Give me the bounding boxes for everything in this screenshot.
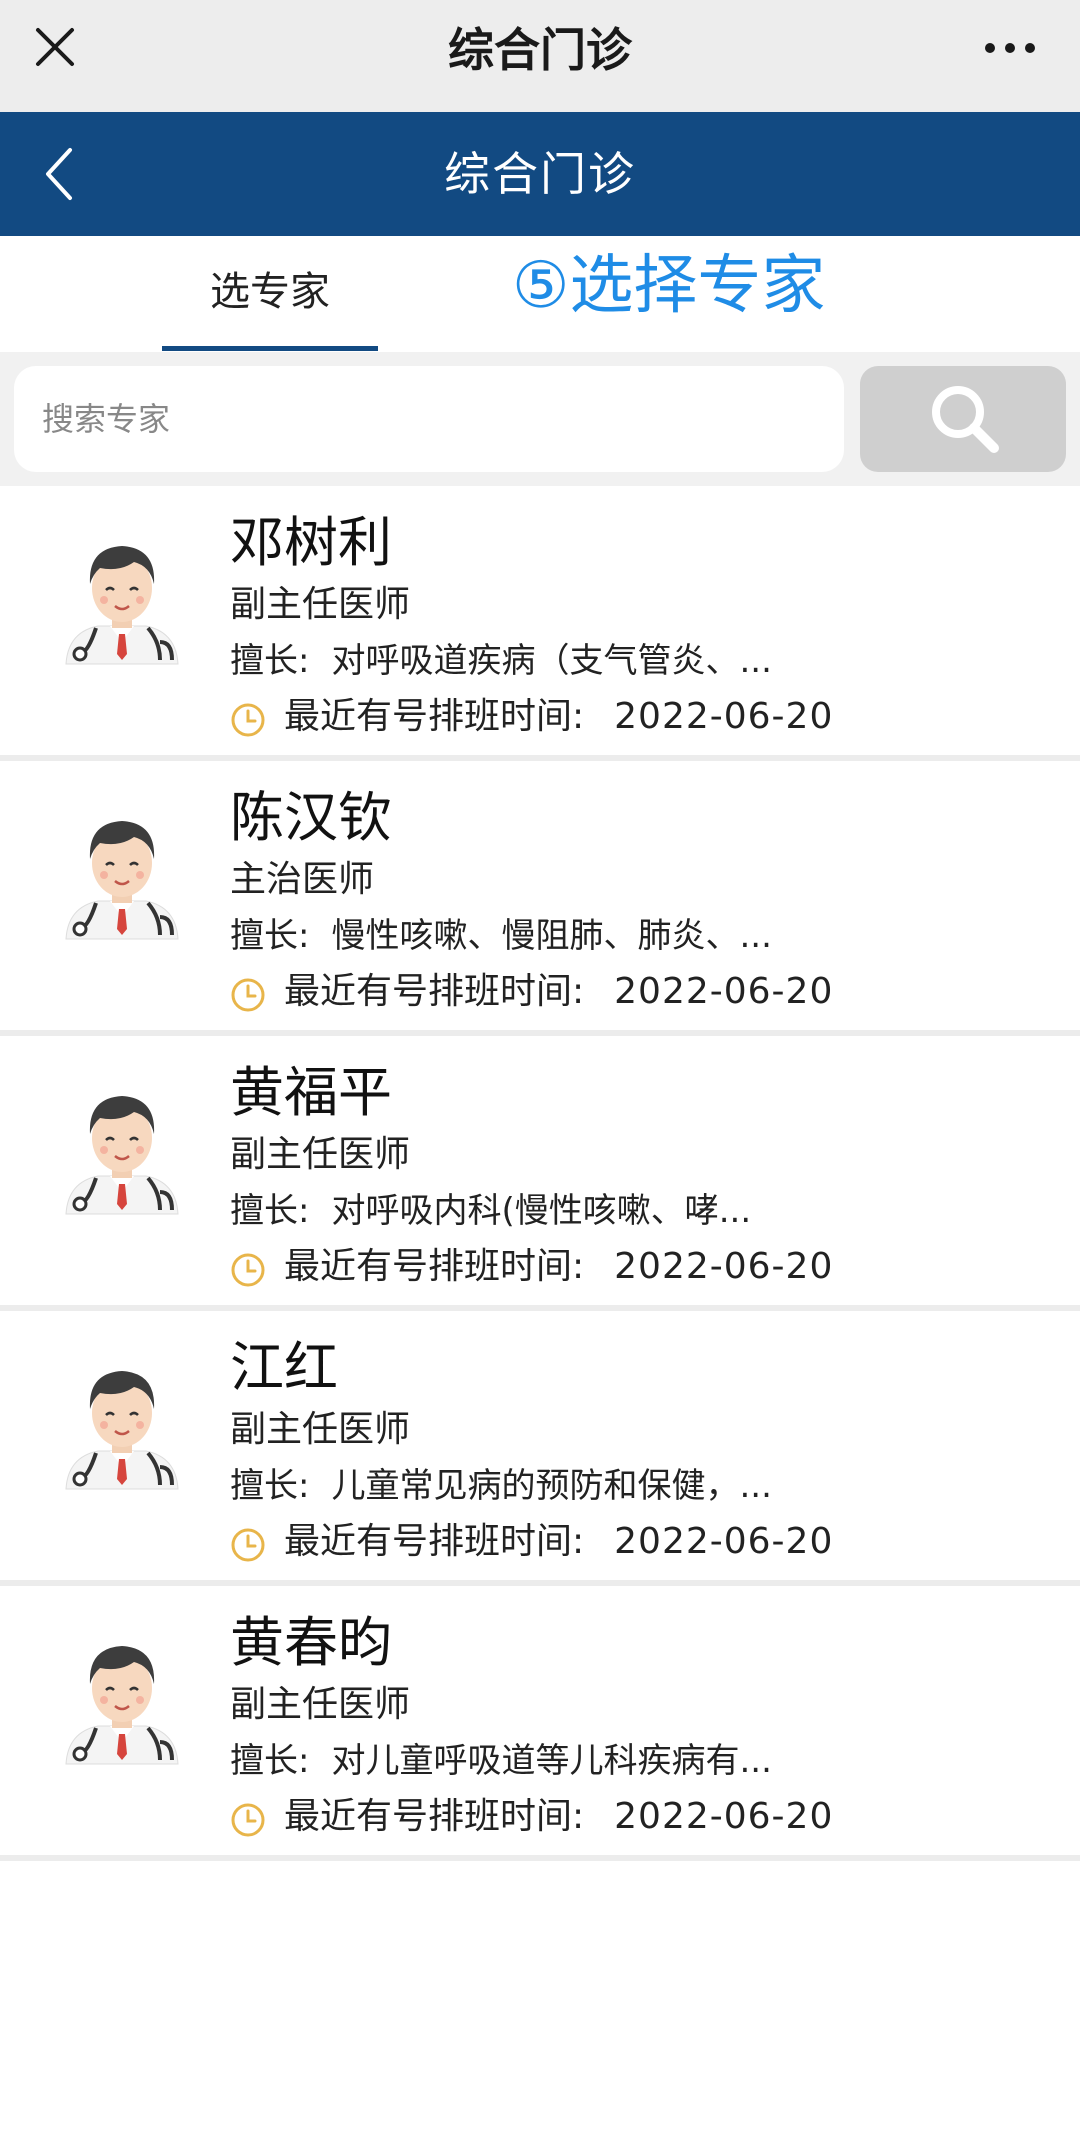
clock-icon (230, 1525, 266, 1562)
doctor-schedule: 最近有号排班时间: 2022-06-20 (230, 690, 833, 744)
doctor-list-item[interactable]: 黄春昀 副主任医师 擅长: 对儿童呼吸道等儿科疾病有... 最近有号排班时间: 20… (0, 1586, 1080, 1861)
search-bar (0, 352, 1080, 486)
doctor-title: 副主任医师 (230, 1134, 411, 1175)
clock-icon (230, 975, 266, 1012)
doctor-name: 陈汉钦 (230, 786, 392, 849)
schedule-label: 最近有号排班时间: (284, 1521, 585, 1562)
doctor-avatar (60, 805, 184, 945)
schedule-date: 2022-06-20 (614, 971, 834, 1012)
specialty-text: 对呼吸内科(慢性咳嗽、哮... (331, 1191, 752, 1231)
doctor-schedule: 最近有号排班时间: 2022-06-20 (230, 1790, 833, 1844)
schedule-label: 最近有号排班时间: (284, 1246, 585, 1287)
specialty-text: 对呼吸道疾病（支气管炎、... (331, 641, 772, 681)
schedule-date: 2022-06-20 (614, 696, 834, 737)
doctor-name: 黄福平 (230, 1061, 392, 1124)
schedule-label: 最近有号排班时间: (284, 1796, 585, 1837)
schedule-date: 2022-06-20 (614, 1796, 834, 1837)
more-icon[interactable] (980, 30, 1040, 66)
doctor-specialty: 擅长: 对呼吸道疾病（支气管炎、... (230, 636, 772, 686)
doctor-schedule: 最近有号排班时间: 2022-06-20 (230, 965, 833, 1019)
wechat-top-bar: 综合门诊 (0, 0, 1080, 112)
doctor-list-item[interactable]: 邓树利 副主任医师 擅长: 对呼吸道疾病（支气管炎、... 最近有号排班时间: 20… (0, 486, 1080, 761)
specialty-text: 慢性咳嗽、慢阻肺、肺炎、... (331, 916, 772, 956)
schedule-label: 最近有号排班时间: (284, 971, 585, 1012)
tab-active-indicator (162, 346, 378, 351)
doctor-avatar (60, 1630, 184, 1770)
doctor-title: 副主任医师 (230, 584, 411, 625)
doctor-specialty: 擅长: 慢性咳嗽、慢阻肺、肺炎、... (230, 911, 772, 961)
tab-select-expert[interactable]: 选专家 (162, 236, 378, 352)
search-button[interactable] (860, 366, 1066, 472)
doctor-avatar (60, 1355, 184, 1495)
doctor-specialty: 擅长: 对呼吸内科(慢性咳嗽、哮... (230, 1186, 751, 1236)
specialty-label: 擅长: (230, 641, 310, 681)
step-annotation: ⑤选择专家 (512, 249, 826, 323)
doctor-name: 邓树利 (230, 511, 392, 574)
doctor-list: 邓树利 副主任医师 擅长: 对呼吸道疾病（支气管炎、... 最近有号排班时间: 20… (0, 486, 1080, 1861)
specialty-label: 擅长: (230, 1191, 310, 1231)
doctor-specialty: 擅长: 对儿童呼吸道等儿科疾病有... (230, 1736, 772, 1786)
doctor-title: 主治医师 (230, 859, 375, 900)
doctor-specialty: 擅长: 儿童常见病的预防和保健，... (230, 1461, 772, 1511)
search-input[interactable] (14, 366, 844, 472)
clock-icon (230, 1250, 266, 1287)
specialty-label: 擅长: (230, 1741, 310, 1781)
doctor-avatar (60, 530, 184, 670)
page-title: 综合门诊 (444, 147, 636, 201)
app-header: 综合门诊 (0, 112, 1080, 236)
specialty-text: 儿童常见病的预防和保健，... (331, 1466, 772, 1506)
doctor-title: 副主任医师 (230, 1409, 411, 1450)
doctor-title: 副主任医师 (230, 1684, 411, 1725)
doctor-list-item[interactable]: 陈汉钦 主治医师 擅长: 慢性咳嗽、慢阻肺、肺炎、... 最近有号排班时间: 202… (0, 761, 1080, 1036)
doctor-name: 黄春昀 (230, 1611, 392, 1674)
doctor-list-item[interactable]: 黄福平 副主任医师 擅长: 对呼吸内科(慢性咳嗽、哮... 最近有号排班时间: 20… (0, 1036, 1080, 1311)
doctor-schedule: 最近有号排班时间: 2022-06-20 (230, 1240, 833, 1294)
specialty-label: 擅长: (230, 916, 310, 956)
wechat-title: 综合门诊 (448, 23, 632, 77)
schedule-label: 最近有号排班时间: (284, 696, 585, 737)
doctor-schedule: 最近有号排班时间: 2022-06-20 (230, 1515, 833, 1569)
doctor-name: 江红 (230, 1336, 338, 1399)
specialty-label: 擅长: (230, 1466, 310, 1506)
clock-icon (230, 1800, 266, 1837)
doctor-avatar (60, 1080, 184, 1220)
schedule-date: 2022-06-20 (614, 1246, 834, 1287)
doctor-list-item[interactable]: 江红 副主任医师 擅长: 儿童常见病的预防和保健，... 最近有号排班时间: 202… (0, 1311, 1080, 1586)
specialty-text: 对儿童呼吸道等儿科疾病有... (331, 1741, 772, 1781)
schedule-date: 2022-06-20 (614, 1521, 834, 1562)
clock-icon (230, 700, 266, 737)
